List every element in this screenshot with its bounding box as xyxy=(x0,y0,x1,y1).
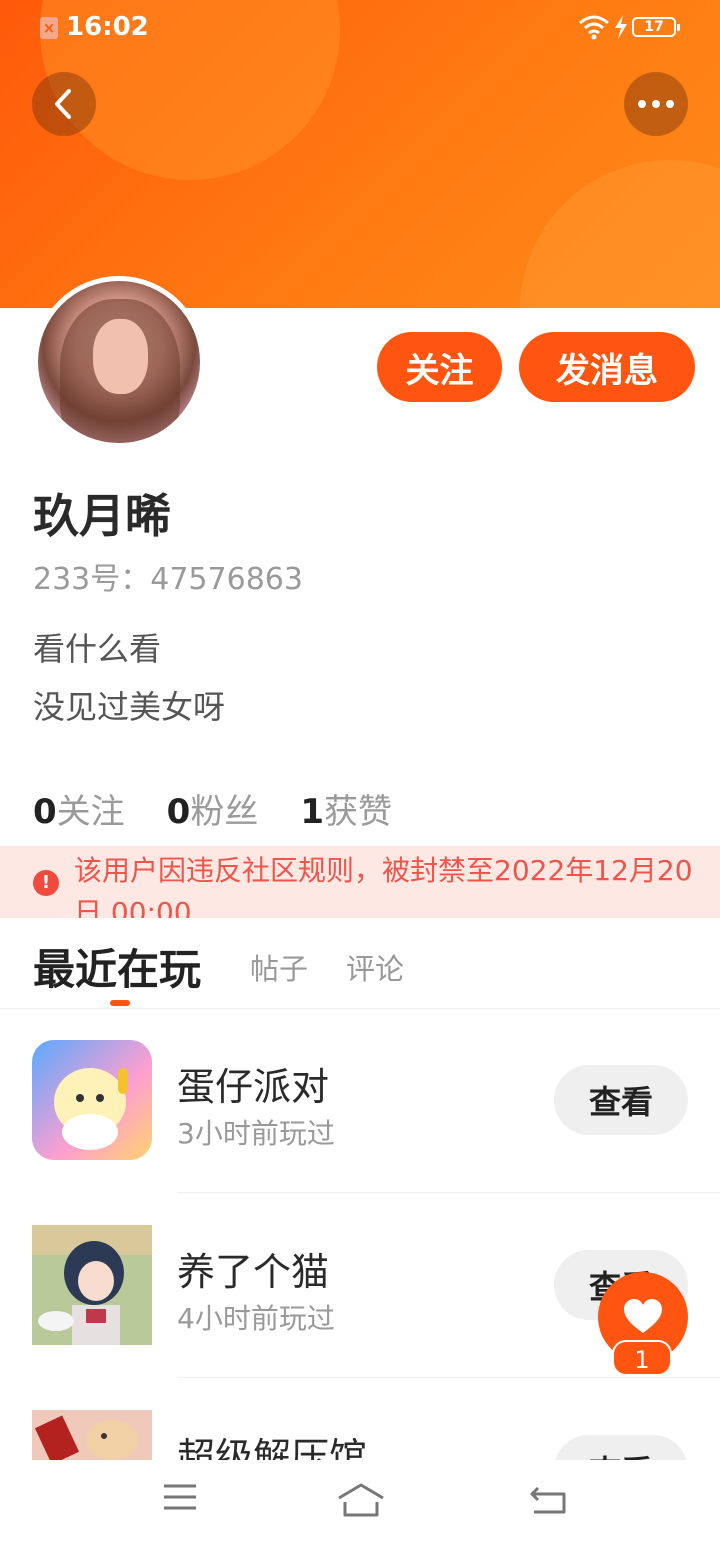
recent-games-list: 蛋仔派对 3小时前玩过 查看 养了个猫 4小时前玩过 查看 xyxy=(0,1008,720,1460)
game-icon-eggy-party[interactable] xyxy=(32,1040,152,1160)
stat-likes: 1获赞 xyxy=(300,792,393,832)
wifi-icon xyxy=(579,15,609,40)
game-name: 养了个猫 xyxy=(177,1250,330,1294)
more-dots-icon xyxy=(638,100,674,108)
battery-level: 17 xyxy=(644,19,664,35)
stats-row: 0关注 0粉丝 1获赞 xyxy=(33,784,392,833)
game-row[interactable]: 超级解压馆 查看 xyxy=(0,1378,720,1460)
alert-icon: ! xyxy=(33,870,59,896)
heart-icon xyxy=(624,1299,662,1333)
stat-fans[interactable]: 0粉丝 xyxy=(167,784,259,833)
game-icon-cat[interactable] xyxy=(32,1225,152,1345)
back-button[interactable] xyxy=(32,72,96,136)
user-id: 233号：47576863 xyxy=(33,562,303,597)
user-bio: 看什么看 没见过美女呀 xyxy=(33,620,225,736)
bio-line: 没见过美女呀 xyxy=(33,688,226,726)
game-name: 蛋仔派对 xyxy=(177,1065,330,1109)
tab-recently-played[interactable]: 最近在玩 xyxy=(33,936,201,997)
system-navigation-bar xyxy=(0,1460,720,1544)
game-last-played: 3小时前玩过 xyxy=(177,1117,335,1150)
bio-line: 看什么看 xyxy=(33,630,162,668)
back-nav-icon[interactable] xyxy=(528,1482,568,1516)
send-message-button[interactable]: 发消息 xyxy=(519,332,695,402)
menu-icon[interactable] xyxy=(162,1482,198,1512)
status-bar: × 16:02 17 xyxy=(0,0,720,56)
home-icon[interactable] xyxy=(336,1482,386,1518)
ban-notice-text: 该用户因违反社区规则，被封禁至2022年12月20日 00:00 xyxy=(74,854,693,918)
battery-icon: 17 xyxy=(632,17,680,37)
status-time: 16:02 xyxy=(66,12,149,42)
follow-button[interactable]: 关注 xyxy=(377,332,502,402)
game-icon-decompress[interactable] xyxy=(32,1410,152,1460)
username: 玖月晞 xyxy=(33,489,171,543)
profile-tabs: 最近在玩 帖子 评论 xyxy=(0,930,720,1009)
stat-following[interactable]: 0关注 xyxy=(33,784,125,833)
game-last-played: 4小时前玩过 xyxy=(177,1302,335,1335)
view-game-button[interactable]: 查看 xyxy=(554,1435,688,1460)
ban-notice-banner: ! 该用户因违反社区规则，被封禁至2022年12月20日 00:00 xyxy=(0,846,720,918)
tab-posts[interactable]: 帖子 xyxy=(250,946,308,988)
charging-bolt-icon xyxy=(615,15,627,39)
view-game-button[interactable]: 查看 xyxy=(554,1065,688,1135)
active-tab-indicator xyxy=(110,1000,130,1006)
game-name: 超级解压馆 xyxy=(177,1435,368,1460)
sim-icon: × xyxy=(40,17,58,39)
like-count-badge: 1 xyxy=(612,1340,672,1376)
chevron-left-icon xyxy=(55,89,71,119)
game-row[interactable]: 蛋仔派对 3小时前玩过 查看 xyxy=(0,1008,720,1193)
more-options-button[interactable] xyxy=(624,72,688,136)
avatar[interactable] xyxy=(33,276,205,448)
tab-comments[interactable]: 评论 xyxy=(346,946,404,988)
